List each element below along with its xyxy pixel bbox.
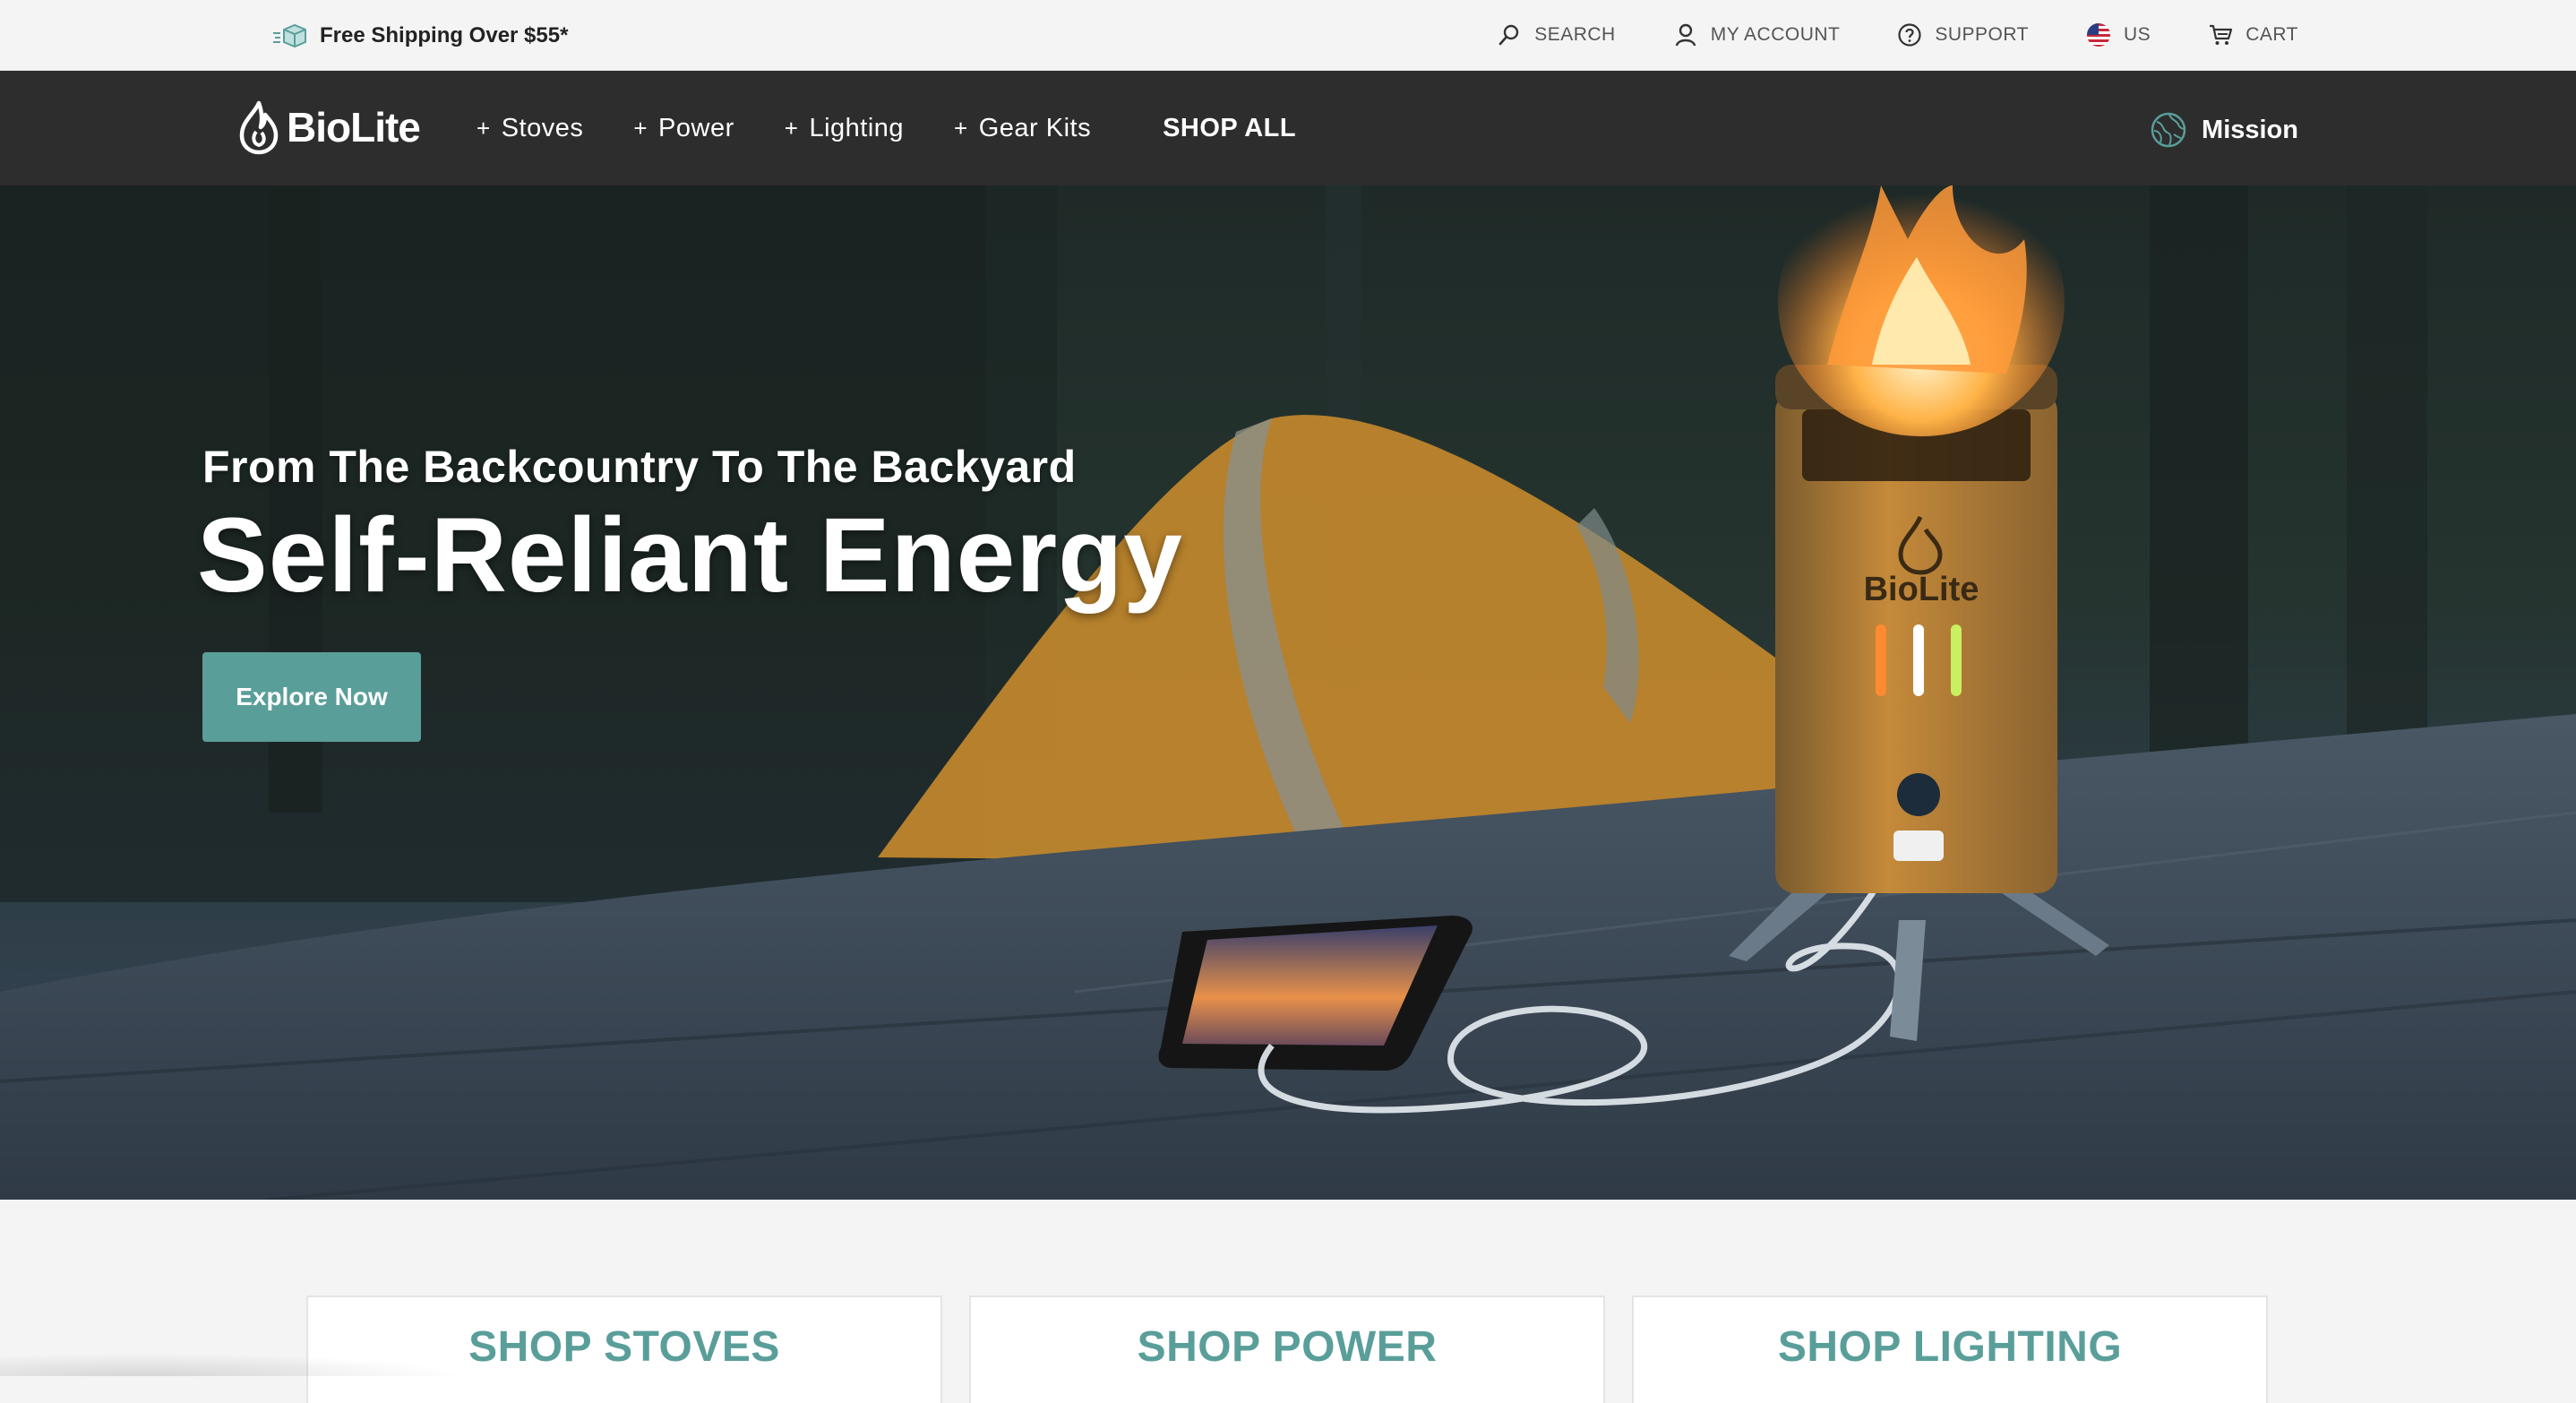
- search-link[interactable]: SEARCH: [1497, 22, 1616, 47]
- nav-item-stoves[interactable]: + Stoves: [477, 114, 583, 143]
- expand-plus-icon: +: [954, 114, 968, 142]
- nav-item-label: Stoves: [501, 113, 584, 142]
- us-flag-icon: [2087, 23, 2111, 47]
- hero-banner: From The Backcountry To The Backyard Sel…: [0, 185, 2576, 1200]
- my-account-link[interactable]: MY ACCOUNT: [1673, 22, 1841, 47]
- biolite-logo[interactable]: BioLite: [236, 98, 421, 157]
- hero-subtitle: From The Backcountry To The Backyard: [202, 442, 1077, 492]
- cart-label: CART: [2245, 24, 2298, 45]
- box-icon: [273, 23, 306, 48]
- utility-links: SEARCH MY ACCOUNT SUPPORT US CART: [1497, 16, 2298, 54]
- main-nav: BioLite + Stoves + Power + Lighting + Ge…: [0, 71, 2576, 185]
- help-circle-icon: [1898, 23, 1921, 47]
- region-selector[interactable]: US: [2086, 22, 2151, 47]
- shop-stoves-label: SHOP STOVES: [468, 1323, 780, 1371]
- main-menu: + Stoves + Power + Lighting + Gear Kits …: [477, 107, 1346, 150]
- nav-item-label: Gear Kits: [978, 113, 1092, 142]
- explore-now-button[interactable]: Explore Now: [202, 652, 421, 742]
- hero-title: Self-Reliant Energy: [197, 496, 1183, 615]
- nav-item-label: Power: [658, 113, 734, 142]
- expand-plus-icon: +: [784, 114, 799, 142]
- nav-item-label: Lighting: [809, 113, 905, 142]
- shop-stoves-card[interactable]: SHOP STOVES: [306, 1295, 942, 1403]
- search-label: SEARCH: [1534, 24, 1616, 45]
- cart-link[interactable]: CART: [2208, 22, 2298, 47]
- expand-plus-icon: +: [633, 114, 648, 142]
- support-label: SUPPORT: [1935, 24, 2030, 45]
- flame-icon: [239, 100, 279, 155]
- logo-wordmark: BioLite: [287, 104, 421, 151]
- user-icon: [1675, 23, 1696, 47]
- globe-icon: [2151, 112, 2186, 148]
- mission-link[interactable]: Mission: [2150, 110, 2298, 150]
- bottom-shadow: [0, 1353, 466, 1376]
- my-account-label: MY ACCOUNT: [1710, 24, 1841, 45]
- support-link[interactable]: SUPPORT: [1897, 22, 2029, 47]
- utility-bar: Free Shipping Over $55* SEARCH MY ACCOUN…: [0, 0, 2576, 71]
- stove-brand-text: BioLite: [1864, 571, 1979, 608]
- nav-item-shop-all[interactable]: SHOP ALL: [1163, 114, 1296, 143]
- shop-lighting-card[interactable]: SHOP LIGHTING: [1632, 1295, 2268, 1403]
- free-shipping-text: Free Shipping Over $55*: [320, 23, 569, 47]
- mission-label: Mission: [2202, 115, 2298, 144]
- region-label: US: [2124, 24, 2151, 45]
- expand-plus-icon: +: [477, 114, 491, 142]
- shop-power-card[interactable]: SHOP POWER: [969, 1295, 1605, 1403]
- free-shipping-banner[interactable]: Free Shipping Over $55*: [271, 20, 568, 52]
- nav-item-gear-kits[interactable]: + Gear Kits: [954, 114, 1091, 143]
- category-section: SHOP STOVES SHOP POWER SHOP LIGHTING: [0, 1200, 2576, 1403]
- stove-brand-label: BioLite: [1864, 571, 1979, 608]
- cart-icon: [2210, 24, 2233, 45]
- shop-power-label: SHOP POWER: [1137, 1323, 1438, 1371]
- nav-item-power[interactable]: + Power: [633, 114, 734, 143]
- shop-lighting-label: SHOP LIGHTING: [1777, 1323, 2123, 1371]
- nav-item-lighting[interactable]: + Lighting: [785, 114, 904, 143]
- search-icon: [1498, 24, 1519, 46]
